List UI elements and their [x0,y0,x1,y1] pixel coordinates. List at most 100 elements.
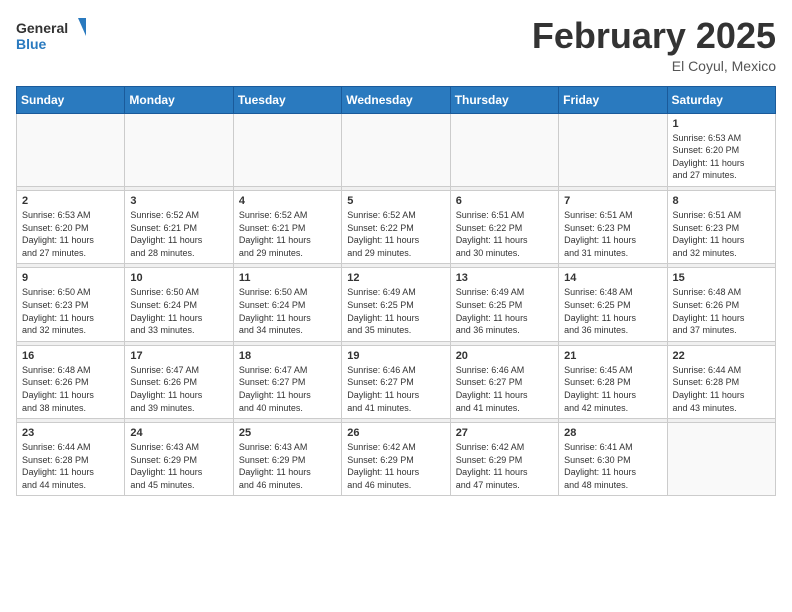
table-row: 26 Sunrise: 6:42 AM Sunset: 6:29 PM Dayli… [342,423,450,496]
table-row: 1 Sunrise: 6:53 AM Sunset: 6:20 PM Daylig… [667,113,775,186]
day-info: Sunrise: 6:45 AM Sunset: 6:28 PM Dayligh… [564,364,661,414]
day-info: Sunrise: 6:51 AM Sunset: 6:23 PM Dayligh… [673,209,770,259]
col-sunday: Sunday [17,86,125,113]
day-number: 12 [347,272,444,284]
table-row: 7 Sunrise: 6:51 AM Sunset: 6:23 PM Daylig… [559,190,667,263]
day-number: 20 [456,350,553,362]
calendar-week-row: 9 Sunrise: 6:50 AM Sunset: 6:23 PM Daylig… [17,268,776,341]
day-number: 5 [347,195,444,207]
day-info: Sunrise: 6:50 AM Sunset: 6:23 PM Dayligh… [22,286,119,336]
table-row: 20 Sunrise: 6:46 AM Sunset: 6:27 PM Dayli… [450,345,558,418]
table-row: 11 Sunrise: 6:50 AM Sunset: 6:24 PM Dayli… [233,268,341,341]
table-row [233,113,341,186]
day-info: Sunrise: 6:52 AM Sunset: 6:21 PM Dayligh… [130,209,227,259]
table-row: 2 Sunrise: 6:53 AM Sunset: 6:20 PM Daylig… [17,190,125,263]
table-row [667,423,775,496]
table-row: 16Sunrise: 6:48 AM Sunset: 6:26 PM Dayli… [17,345,125,418]
table-row: 12Sunrise: 6:49 AM Sunset: 6:25 PM Dayli… [342,268,450,341]
day-info: Sunrise: 6:43 AM Sunset: 6:29 PM Dayligh… [239,441,336,491]
day-number: 27 [456,427,553,439]
day-number: 24 [130,427,227,439]
day-number: 14 [564,272,661,284]
calendar-week-row: 1 Sunrise: 6:53 AM Sunset: 6:20 PM Daylig… [17,113,776,186]
day-info: Sunrise: 6:48 AM Sunset: 6:26 PM Dayligh… [22,364,119,414]
day-info: Sunrise: 6:44 AM Sunset: 6:28 PM Dayligh… [673,364,770,414]
table-row: 22Sunrise: 6:44 AM Sunset: 6:28 PM Dayli… [667,345,775,418]
table-row [450,113,558,186]
table-row: 19Sunrise: 6:46 AM Sunset: 6:27 PM Dayli… [342,345,450,418]
calendar-header-row: Sunday Monday Tuesday Wednesday Thursday… [17,86,776,113]
table-row: 21 Sunrise: 6:45 AM Sunset: 6:28 PM Dayli… [559,345,667,418]
calendar-week-row: 23Sunrise: 6:44 AM Sunset: 6:28 PM Dayli… [17,423,776,496]
calendar-table: Sunday Monday Tuesday Wednesday Thursday… [16,86,776,497]
day-info: Sunrise: 6:53 AM Sunset: 6:20 PM Dayligh… [673,132,770,182]
day-info: Sunrise: 6:50 AM Sunset: 6:24 PM Dayligh… [239,286,336,336]
day-info: Sunrise: 6:52 AM Sunset: 6:21 PM Dayligh… [239,209,336,259]
table-row: 10 Sunrise: 6:50 AM Sunset: 6:24 PM Dayli… [125,268,233,341]
day-info: Sunrise: 6:52 AM Sunset: 6:22 PM Dayligh… [347,209,444,259]
col-tuesday: Tuesday [233,86,341,113]
table-row: 27 Sunrise: 6:42 AM Sunset: 6:29 PM Dayli… [450,423,558,496]
day-number: 21 [564,350,661,362]
day-info: Sunrise: 6:53 AM Sunset: 6:20 PM Dayligh… [22,209,119,259]
table-row: 15 Sunrise: 6:48 AM Sunset: 6:26 PM Dayli… [667,268,775,341]
day-number: 6 [456,195,553,207]
day-number: 9 [22,272,119,284]
table-row: 24 Sunrise: 6:43 AM Sunset: 6:29 PM Dayli… [125,423,233,496]
title-block: February 2025 El Coyul, Mexico [532,16,776,74]
day-number: 1 [673,118,770,130]
table-row: 13Sunrise: 6:49 AM Sunset: 6:25 PM Dayli… [450,268,558,341]
table-row: 14 Sunrise: 6:48 AM Sunset: 6:25 PM Dayli… [559,268,667,341]
day-info: Sunrise: 6:43 AM Sunset: 6:29 PM Dayligh… [130,441,227,491]
col-monday: Monday [125,86,233,113]
day-number: 2 [22,195,119,207]
table-row: 5 Sunrise: 6:52 AM Sunset: 6:22 PM Daylig… [342,190,450,263]
table-row: 25 Sunrise: 6:43 AM Sunset: 6:29 PM Dayli… [233,423,341,496]
table-row: 17 Sunrise: 6:47 AM Sunset: 6:26 PM Dayli… [125,345,233,418]
day-number: 11 [239,272,336,284]
table-row: 28Sunrise: 6:41 AM Sunset: 6:30 PM Dayli… [559,423,667,496]
table-row: 23Sunrise: 6:44 AM Sunset: 6:28 PM Dayli… [17,423,125,496]
day-number: 13 [456,272,553,284]
day-info: Sunrise: 6:48 AM Sunset: 6:25 PM Dayligh… [564,286,661,336]
day-number: 10 [130,272,227,284]
day-number: 8 [673,195,770,207]
day-info: Sunrise: 6:42 AM Sunset: 6:29 PM Dayligh… [456,441,553,491]
table-row [125,113,233,186]
day-info: Sunrise: 6:46 AM Sunset: 6:27 PM Dayligh… [347,364,444,414]
page-header: General Blue February 2025 El Coyul, Mex… [16,16,776,74]
day-number: 15 [673,272,770,284]
table-row: 3 Sunrise: 6:52 AM Sunset: 6:21 PM Daylig… [125,190,233,263]
day-number: 26 [347,427,444,439]
day-info: Sunrise: 6:42 AM Sunset: 6:29 PM Dayligh… [347,441,444,491]
logo: General Blue [16,16,86,61]
table-row: 6Sunrise: 6:51 AM Sunset: 6:22 PM Daylig… [450,190,558,263]
svg-text:Blue: Blue [16,36,47,52]
calendar-location: El Coyul, Mexico [532,58,776,74]
table-row [559,113,667,186]
day-number: 4 [239,195,336,207]
day-info: Sunrise: 6:44 AM Sunset: 6:28 PM Dayligh… [22,441,119,491]
day-number: 18 [239,350,336,362]
col-saturday: Saturday [667,86,775,113]
col-wednesday: Wednesday [342,86,450,113]
day-number: 17 [130,350,227,362]
table-row [17,113,125,186]
day-info: Sunrise: 6:47 AM Sunset: 6:27 PM Dayligh… [239,364,336,414]
calendar-title: February 2025 [532,16,776,56]
calendar-week-row: 2 Sunrise: 6:53 AM Sunset: 6:20 PM Daylig… [17,190,776,263]
day-info: Sunrise: 6:47 AM Sunset: 6:26 PM Dayligh… [130,364,227,414]
table-row: 4 Sunrise: 6:52 AM Sunset: 6:21 PM Daylig… [233,190,341,263]
table-row: 9 Sunrise: 6:50 AM Sunset: 6:23 PM Daylig… [17,268,125,341]
day-number: 25 [239,427,336,439]
day-info: Sunrise: 6:51 AM Sunset: 6:23 PM Dayligh… [564,209,661,259]
day-info: Sunrise: 6:46 AM Sunset: 6:27 PM Dayligh… [456,364,553,414]
day-number: 28 [564,427,661,439]
calendar-week-row: 16Sunrise: 6:48 AM Sunset: 6:26 PM Dayli… [17,345,776,418]
day-info: Sunrise: 6:48 AM Sunset: 6:26 PM Dayligh… [673,286,770,336]
day-number: 7 [564,195,661,207]
table-row: 8 Sunrise: 6:51 AM Sunset: 6:23 PM Daylig… [667,190,775,263]
day-number: 3 [130,195,227,207]
col-friday: Friday [559,86,667,113]
day-info: Sunrise: 6:50 AM Sunset: 6:24 PM Dayligh… [130,286,227,336]
